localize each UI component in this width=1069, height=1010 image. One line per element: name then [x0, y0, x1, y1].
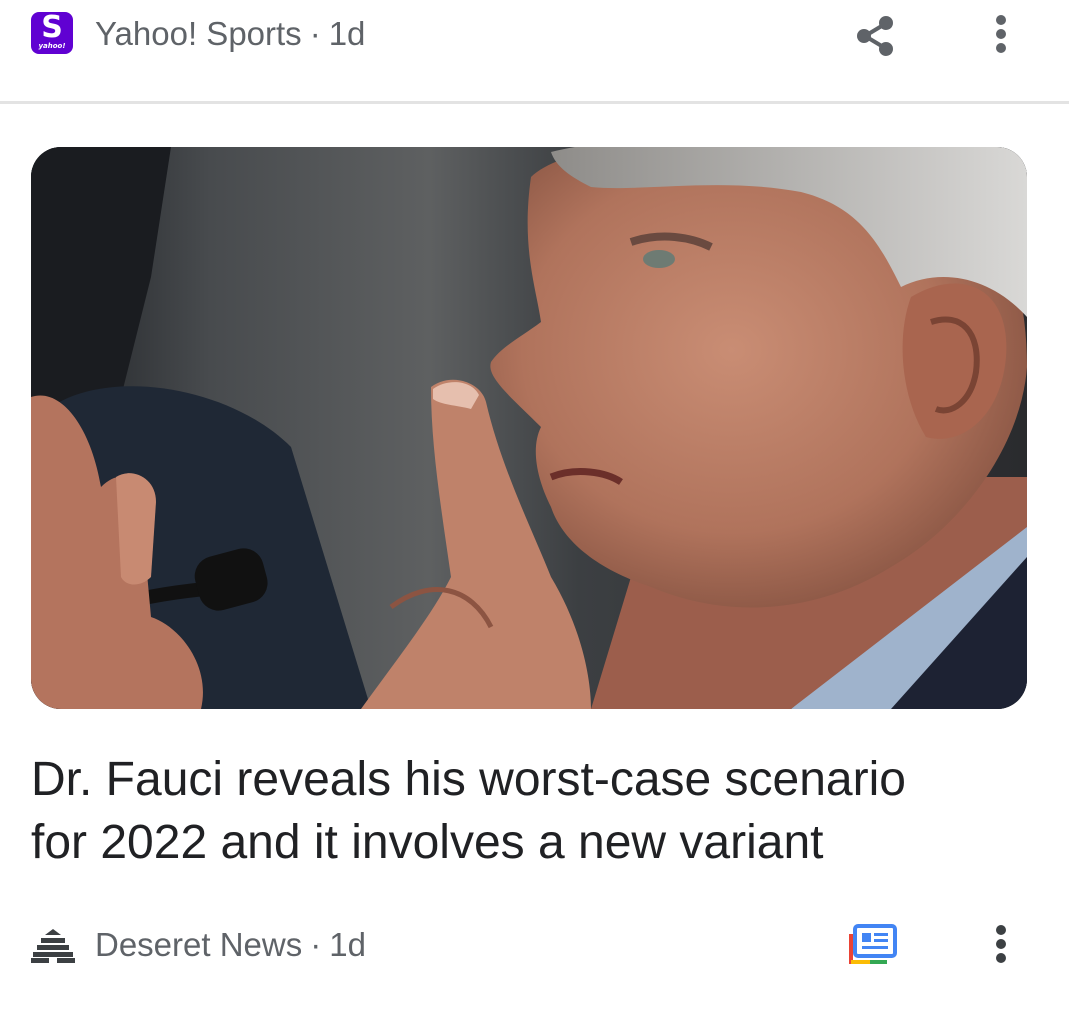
- publisher-meta: Deseret News · 1d: [95, 925, 366, 965]
- more-vert-icon: [996, 925, 1006, 963]
- article-image[interactable]: [31, 147, 1027, 709]
- yahoo-sports-logo: S yahoo!: [31, 12, 73, 54]
- separator: ·: [309, 15, 321, 52]
- logo-subtext: yahoo!: [38, 42, 66, 50]
- beehive-icon: [31, 929, 75, 963]
- article-headline[interactable]: Dr. Fauci reveals his worst-case scenari…: [31, 748, 1031, 874]
- source-row: S yahoo! Yahoo! Sports · 1d: [0, 0, 1069, 70]
- logo-letter: S: [41, 12, 63, 45]
- more-options-button[interactable]: [973, 6, 1029, 62]
- divider: [0, 101, 1069, 104]
- headline-line-2: for 2022 and it involves a new variant: [31, 816, 824, 869]
- publisher-name: Deseret News: [95, 926, 303, 963]
- headline-line-1: Dr. Fauci reveals his worst-case scenari…: [31, 753, 906, 806]
- share-icon: [857, 16, 893, 56]
- more-options-button-bottom[interactable]: [973, 916, 1029, 972]
- portrait-photo: [31, 147, 1027, 709]
- share-button[interactable]: [847, 6, 903, 62]
- source-age: 1d: [328, 15, 366, 52]
- source-meta: Yahoo! Sports · 1d: [95, 14, 365, 54]
- separator: ·: [310, 926, 322, 963]
- publisher-age: 1d: [329, 926, 366, 963]
- source-name: Yahoo! Sports: [95, 15, 302, 52]
- full-coverage-button[interactable]: [846, 922, 898, 968]
- full-coverage-icon: [849, 924, 897, 964]
- more-vert-icon: [996, 15, 1006, 53]
